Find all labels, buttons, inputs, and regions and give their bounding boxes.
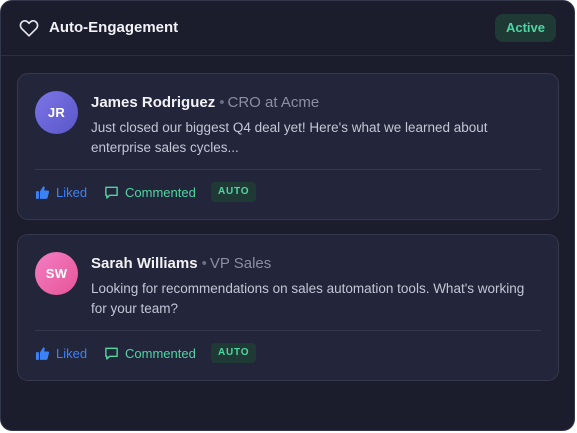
commented-button[interactable]: Commented: [104, 184, 204, 202]
post-text: Looking for recommendations on sales aut…: [91, 281, 525, 316]
liked-button[interactable]: Liked: [35, 184, 95, 202]
author-role: VP Sales: [209, 255, 272, 272]
author-name: Sarah Williams: [91, 255, 198, 272]
comment-icon: [105, 347, 118, 360]
liked-label: Liked: [56, 346, 88, 361]
avatar: JR: [35, 91, 78, 134]
auto-badge: AUTO: [211, 343, 257, 363]
divider: [35, 169, 541, 170]
auto-badge: AUTO: [211, 182, 257, 202]
author-line: James Rodriguez • CRO at Acme: [91, 93, 319, 113]
panel-header: Auto-Engagement Active: [1, 1, 574, 56]
separator-dot: •: [201, 255, 207, 272]
author-line: Sarah Williams • VP Sales: [91, 254, 271, 274]
auto-engagement-panel: Auto-Engagement Active JR James Rodrigue…: [0, 0, 575, 431]
post-text: Just closed our biggest Q4 deal yet! Her…: [91, 120, 488, 155]
post-card[interactable]: SW Sarah Williams • VP Sales Looking for r…: [17, 234, 559, 381]
commented-label: Commented: [125, 185, 196, 200]
separator-dot: •: [219, 94, 225, 111]
heart-icon: [19, 20, 39, 37]
thumbs-up-icon: [35, 347, 50, 360]
commented-label: Commented: [125, 346, 196, 361]
avatar: SW: [35, 252, 78, 295]
panel-title: Auto-Engagement: [49, 19, 179, 36]
thumbs-up-icon: [35, 186, 50, 199]
divider: [35, 330, 541, 331]
status-badge: Active: [494, 14, 556, 42]
liked-label: Liked: [56, 185, 88, 200]
commented-button[interactable]: Commented: [104, 345, 204, 363]
author-role: CRO at Acme: [227, 94, 320, 111]
liked-button[interactable]: Liked: [35, 345, 95, 363]
post-card[interactable]: JR James Rodriguez • CRO at Acme Just clos…: [17, 73, 559, 220]
author-name: James Rodriguez: [91, 94, 216, 111]
comment-icon: [105, 186, 118, 199]
